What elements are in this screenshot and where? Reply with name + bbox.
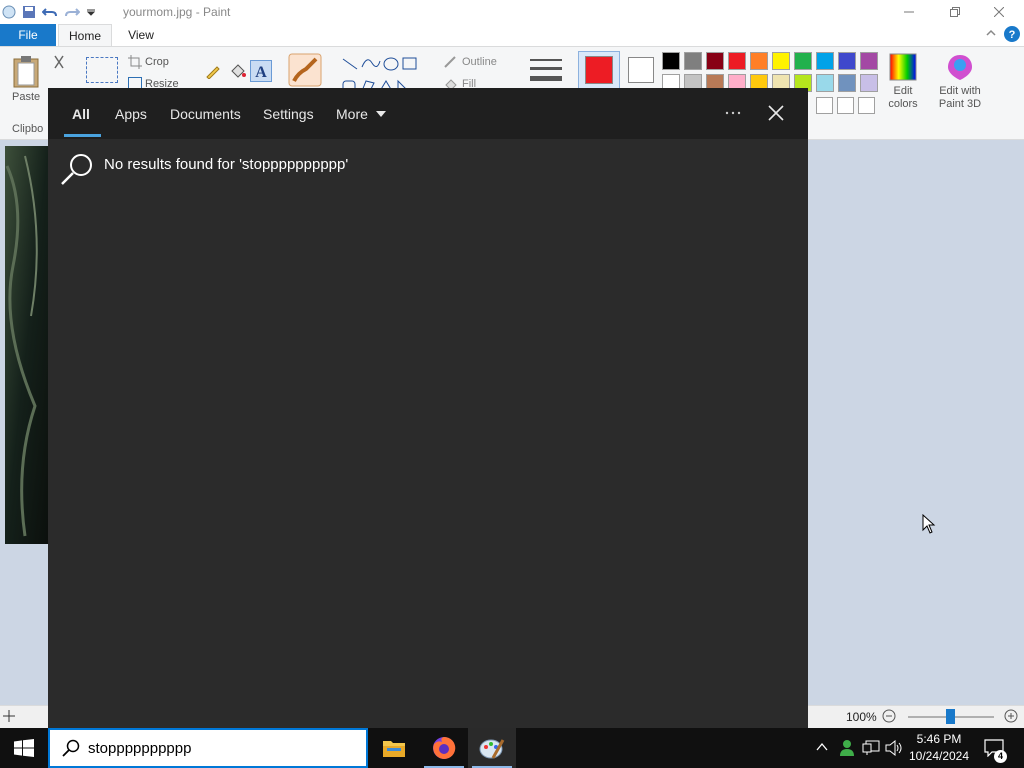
text-tool-icon[interactable]: A [250, 60, 272, 82]
color-palette [662, 52, 882, 92]
paint3d-label: Edit with Paint 3D [938, 85, 982, 110]
edit-colors-icon [889, 53, 917, 81]
windows-start-icon[interactable] [14, 739, 34, 757]
paint-icon [479, 736, 505, 760]
paint3d-icon [946, 53, 974, 81]
edit-colors-button[interactable]: Edit colors [884, 51, 922, 121]
palette-swatch[interactable] [662, 52, 680, 70]
customize-qat-icon[interactable] [86, 7, 96, 17]
restore-button[interactable] [932, 0, 978, 24]
action-center-button[interactable]: 4 [978, 728, 1010, 768]
svg-text:A: A [255, 64, 267, 79]
move-cursor-icon [3, 710, 15, 722]
more-options-icon[interactable] [724, 106, 742, 120]
palette-swatch[interactable] [816, 52, 834, 70]
search-panel: All Apps Documents Settings More No resu… [48, 88, 808, 728]
search-filter-bar: All Apps Documents Settings More [48, 88, 808, 139]
help-icon[interactable]: ? [1004, 26, 1020, 42]
palette-swatch[interactable] [684, 52, 702, 70]
crop-icon[interactable] [128, 55, 142, 69]
outline-label[interactable]: Outline [462, 56, 497, 68]
palette-swatch[interactable] [772, 52, 790, 70]
search-tab-apps[interactable]: Apps [115, 88, 147, 139]
zoom-in-button[interactable] [1004, 709, 1018, 723]
close-icon[interactable] [768, 105, 784, 121]
paste-label: Paste [12, 91, 41, 103]
search-input[interactable] [88, 739, 348, 757]
no-results-message: No results found for 'stopppppppppp' [104, 156, 349, 173]
tab-home[interactable]: Home [58, 24, 112, 47]
search-tab-settings[interactable]: Settings [263, 88, 314, 139]
cut-icon[interactable] [52, 55, 66, 69]
color1-button[interactable] [578, 51, 620, 89]
search-tab-all[interactable]: All [72, 88, 90, 139]
save-icon[interactable] [22, 5, 36, 19]
image-canvas[interactable] [5, 146, 49, 544]
zoom-out-button[interactable] [882, 709, 896, 723]
edit-with-paint3d-button[interactable]: Edit with Paint 3D [930, 51, 990, 121]
palette-swatch[interactable] [838, 52, 856, 70]
palette-swatch[interactable] [860, 52, 878, 70]
palette-swatch[interactable] [706, 52, 724, 70]
color1-swatch [585, 56, 613, 84]
close-window-button[interactable] [976, 0, 1022, 24]
palette-swatch[interactable] [750, 52, 768, 70]
brushes-icon[interactable] [288, 53, 322, 87]
taskbar-firefox[interactable] [420, 728, 468, 768]
title-bar: yourmom.jpg - Paint [0, 0, 1024, 24]
clipboard-group-label: Clipbo [12, 123, 44, 135]
search-tab-more[interactable]: More [336, 88, 386, 139]
redo-icon[interactable] [64, 5, 80, 19]
custom-color-slots [816, 97, 875, 114]
quick-access-toolbar [2, 3, 96, 21]
palette-swatch[interactable] [816, 74, 834, 92]
palette-swatch[interactable] [838, 74, 856, 92]
palette-swatch[interactable] [860, 74, 878, 92]
tab-file[interactable]: File [0, 24, 56, 46]
notification-badge: 4 [994, 750, 1007, 763]
clock-date: 10/24/2024 [908, 749, 970, 763]
paste-button[interactable]: Paste [12, 55, 40, 103]
collapse-ribbon-icon[interactable] [986, 29, 996, 37]
file-explorer-icon [383, 739, 405, 757]
search-tab-documents[interactable]: Documents [170, 88, 241, 139]
color2-swatch[interactable] [628, 57, 654, 83]
clock-time: 5:46 PM [916, 732, 962, 746]
taskbar-search-box[interactable] [48, 728, 368, 768]
size-icon[interactable] [528, 57, 564, 85]
chevron-down-icon [375, 110, 386, 117]
palette-swatch[interactable] [728, 52, 746, 70]
paint-app-icon [2, 5, 16, 19]
window-title: yourmom.jpg - Paint [123, 5, 231, 19]
taskbar-file-explorer[interactable] [370, 728, 418, 768]
active-tab-indicator [64, 134, 101, 137]
palette-swatch[interactable] [794, 52, 812, 70]
network-icon[interactable] [862, 740, 880, 756]
taskbar-search-icon [62, 739, 80, 757]
mouse-cursor-icon [922, 514, 936, 534]
fill-bucket-icon[interactable] [229, 63, 247, 79]
user-icon[interactable] [838, 739, 854, 757]
select-tool-button[interactable] [86, 57, 118, 83]
edit-colors-label: Edit colors [888, 85, 918, 110]
search-tab-more-label: More [336, 105, 368, 122]
tab-view[interactable]: View [118, 24, 164, 46]
firefox-icon [432, 736, 456, 760]
undo-icon[interactable] [42, 5, 58, 19]
minimize-button[interactable] [886, 0, 932, 24]
taskbar-paint[interactable] [468, 728, 516, 768]
taskbar-clock[interactable]: 5:46 PM 10/24/2024 [904, 731, 974, 765]
pencil-icon[interactable] [205, 63, 221, 79]
svg-text:?: ? [1009, 29, 1016, 41]
crop-label[interactable]: Crop [145, 56, 169, 68]
volume-icon[interactable] [885, 740, 903, 756]
zoom-level: 100% [846, 710, 877, 724]
zoom-slider-thumb[interactable] [946, 709, 955, 724]
outline-icon[interactable] [443, 55, 459, 69]
search-icon [60, 152, 94, 186]
clipboard-icon [12, 55, 40, 89]
chevron-up-icon[interactable] [816, 742, 828, 752]
